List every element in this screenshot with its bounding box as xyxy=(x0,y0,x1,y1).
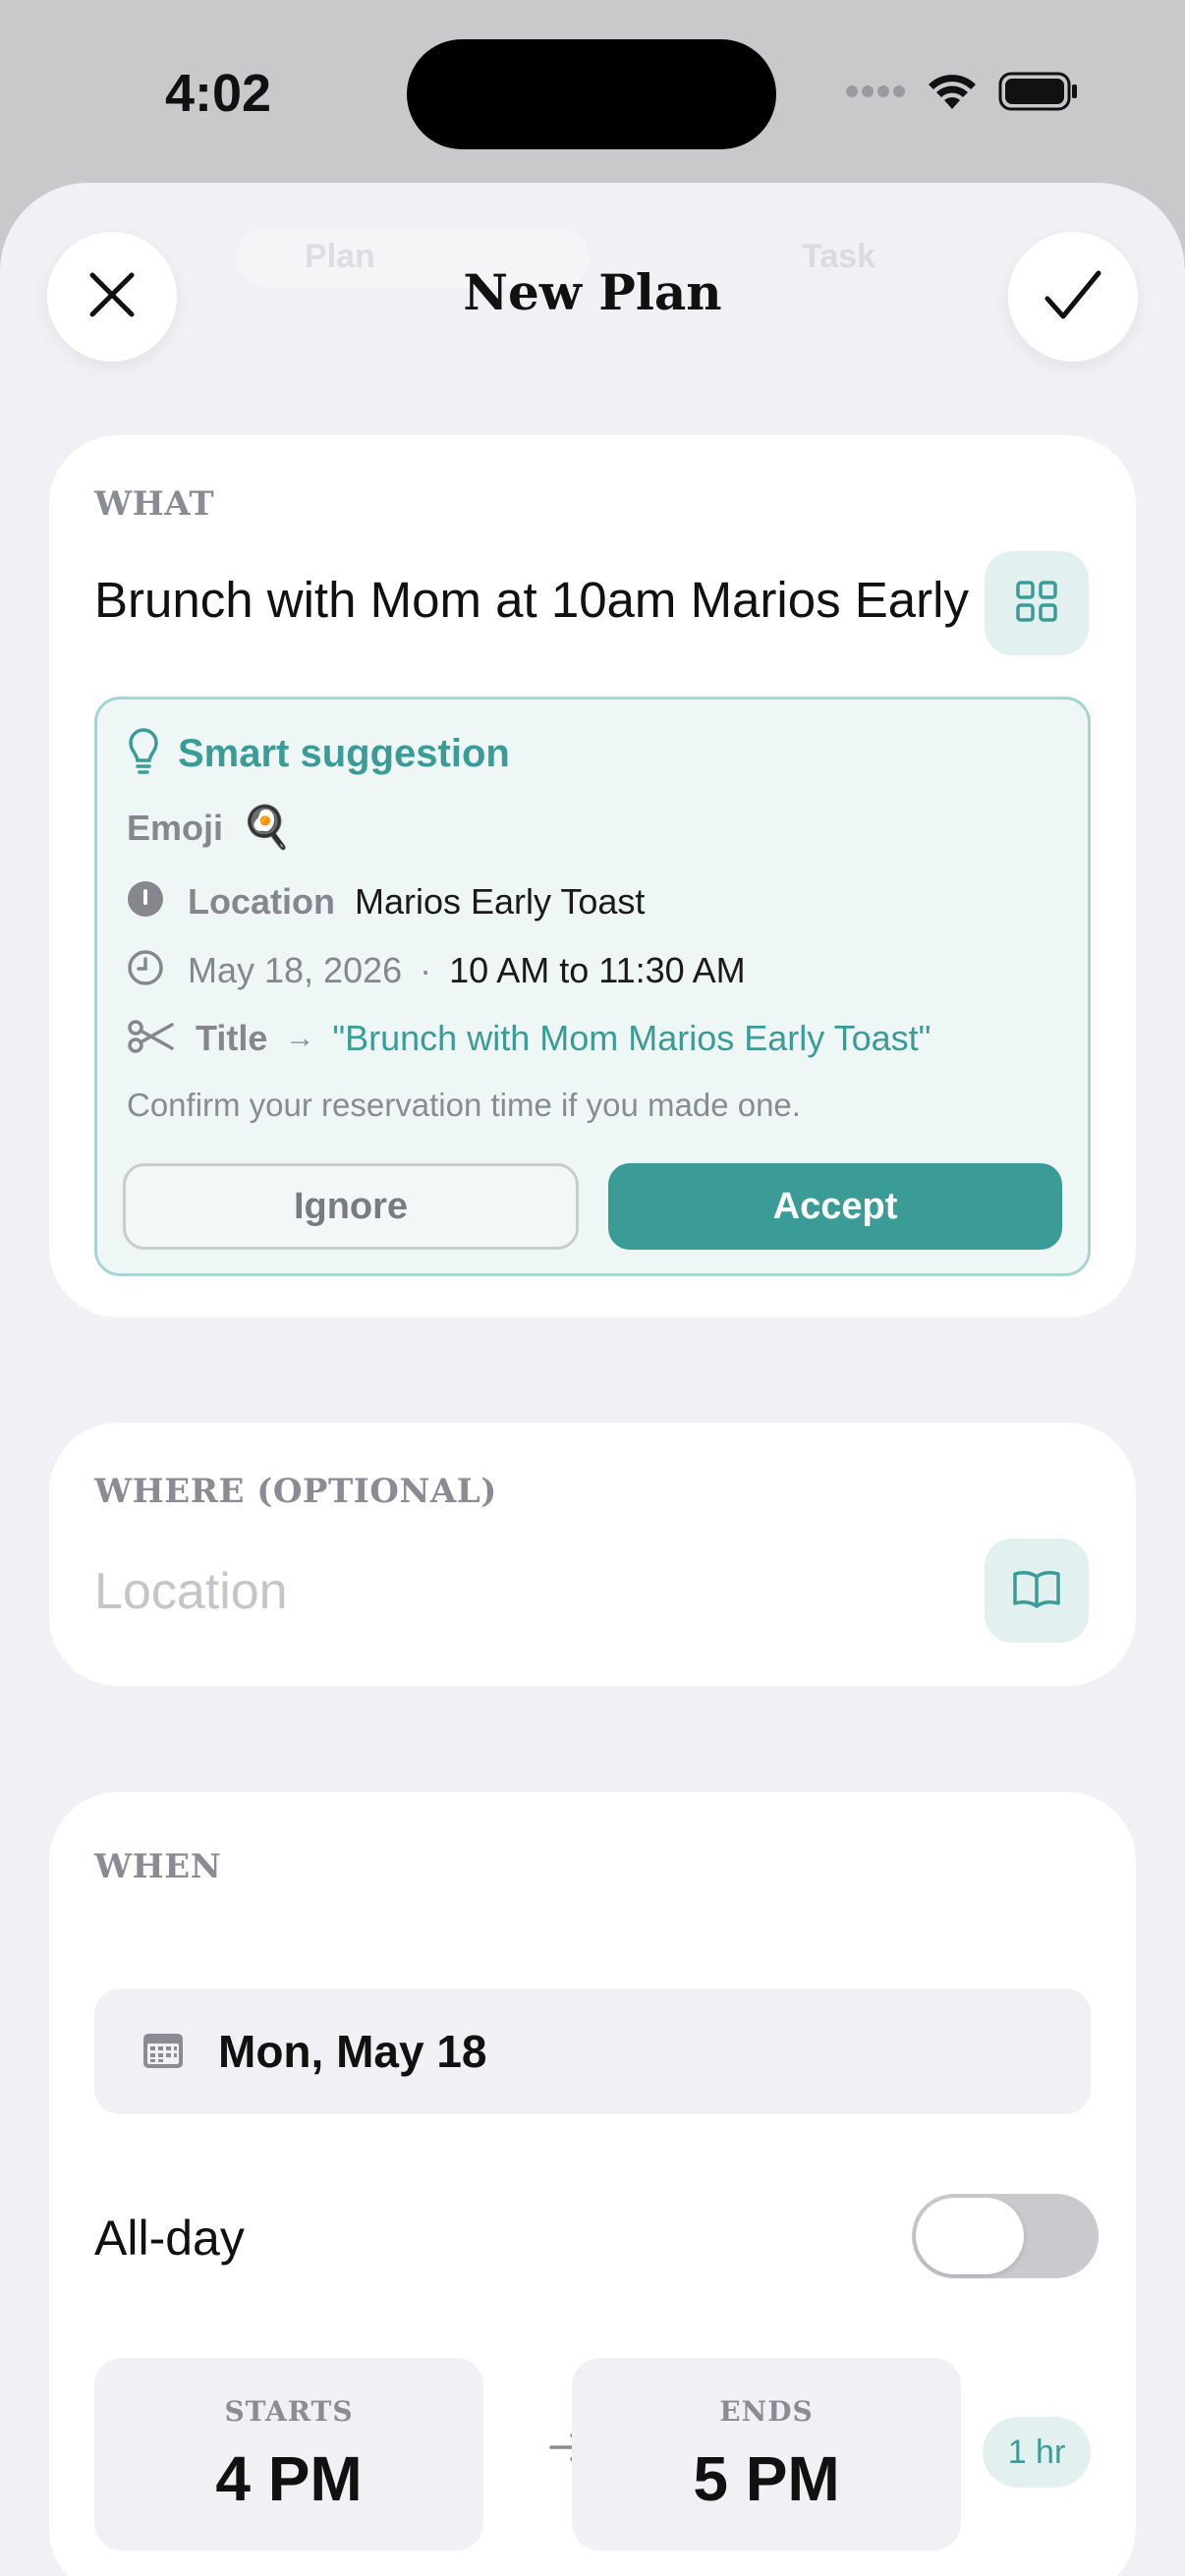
ignore-button[interactable]: Ignore xyxy=(123,1163,579,1250)
suggestion-time-row: May 18, 2026 · 10 AM to 11:30 AM xyxy=(127,949,746,991)
location-pin-icon xyxy=(127,880,164,923)
lightbulb-icon xyxy=(127,727,160,781)
toggle-knob xyxy=(916,2198,1024,2274)
title-label: Title xyxy=(196,1018,268,1058)
what-input[interactable]: Brunch with Mom at 10am Marios Early xyxy=(94,571,969,629)
suggested-title-value: "Brunch with Mom Marios Early Toast" xyxy=(332,1018,931,1058)
suggestion-emoji-row: Emoji 🍳 xyxy=(127,804,292,852)
cellular-signal-icon xyxy=(845,84,906,103)
suggestion-title-row: Title → "Brunch with Mom Marios Early To… xyxy=(127,1018,931,1059)
suggestion-location-row: Location Marios Early Toast xyxy=(127,880,645,923)
template-button[interactable] xyxy=(985,551,1089,655)
clock-icon xyxy=(127,949,164,991)
suggested-time-range: 10 AM to 11:30 AM xyxy=(449,949,746,990)
status-time: 4:02 xyxy=(165,64,272,123)
where-card: WHERE (OPTIONAL) Location xyxy=(49,1423,1136,1686)
dynamic-island xyxy=(407,39,776,149)
saved-places-button[interactable] xyxy=(985,1539,1089,1643)
suggested-date: May 18, 2026 xyxy=(188,949,403,990)
checkmark-icon xyxy=(1044,267,1102,327)
suggestion-header: Smart suggestion xyxy=(127,727,510,781)
location-label: Location xyxy=(188,880,335,922)
smart-suggestion-panel: Smart suggestion Emoji 🍳 Location Marios… xyxy=(94,697,1091,1276)
suggestion-note-row: Confirm your reservation time if you mad… xyxy=(127,1087,801,1124)
all-day-label: All-day xyxy=(94,2211,245,2266)
title-arrow: → xyxy=(285,1022,315,1054)
start-time-field[interactable]: STARTS 4 PM xyxy=(94,2358,483,2550)
duration-badge: 1 hr xyxy=(983,2417,1091,2488)
calendar-icon xyxy=(141,2029,185,2075)
battery-icon xyxy=(998,72,1079,116)
location-value: Marios Early Toast xyxy=(355,880,646,922)
when-card: WHEN Mon, May 18 All-day STARTS 4 PM END… xyxy=(49,1792,1136,2576)
date-picker-field[interactable]: Mon, May 18 xyxy=(94,1988,1091,2114)
end-time-value: 5 PM xyxy=(693,2443,840,2514)
when-label: WHEN xyxy=(94,1847,222,1886)
location-input[interactable]: Location xyxy=(94,1562,288,1621)
separator-dot: · xyxy=(420,949,432,990)
scissors-icon xyxy=(127,1019,174,1059)
start-time-value: 4 PM xyxy=(215,2443,363,2514)
grid-icon xyxy=(1015,580,1058,628)
suggestion-note: Confirm your reservation time if you mad… xyxy=(127,1087,801,1123)
what-label: WHAT xyxy=(94,484,215,524)
where-label: WHERE (OPTIONAL) xyxy=(94,1472,497,1511)
wifi-icon xyxy=(928,72,977,116)
accept-button[interactable]: Accept xyxy=(608,1163,1062,1250)
status-bar: 4:02 xyxy=(0,0,1185,187)
all-day-toggle[interactable] xyxy=(912,2194,1099,2278)
emoji-label: Emoji xyxy=(127,807,224,848)
emoji-value: 🍳 xyxy=(241,804,293,850)
ends-label: ENDS xyxy=(719,2395,814,2428)
starts-label: STARTS xyxy=(224,2395,354,2428)
book-icon xyxy=(1012,1569,1061,1613)
confirm-button[interactable] xyxy=(1008,232,1138,362)
status-icons xyxy=(845,69,1079,118)
selected-date: Mon, May 18 xyxy=(218,2026,487,2077)
what-card: WHAT Brunch with Mom at 10am Marios Earl… xyxy=(49,435,1136,1317)
suggestion-title: Smart suggestion xyxy=(178,732,510,775)
end-time-field[interactable]: ENDS 5 PM xyxy=(572,2358,961,2550)
